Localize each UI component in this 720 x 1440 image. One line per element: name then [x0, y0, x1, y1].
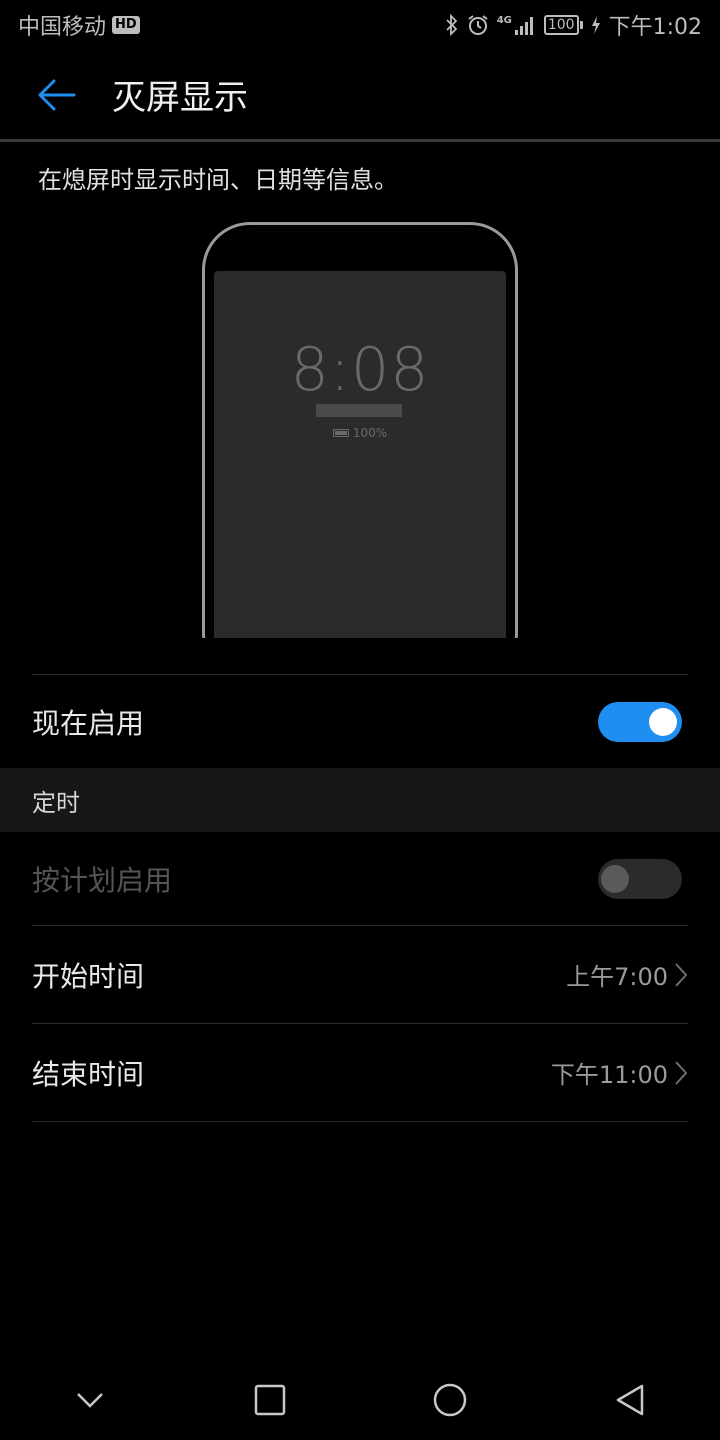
phone-screen: 8:08 100%	[214, 271, 506, 638]
circle-icon	[433, 1383, 467, 1417]
hd-badge: HD	[112, 16, 140, 34]
status-left: 中国移动 HD	[18, 9, 140, 41]
carrier-name: 中国移动	[18, 15, 107, 40]
network-type: 4G	[496, 15, 512, 26]
start-time-value: 上午7:00	[566, 963, 668, 991]
square-icon	[254, 1384, 286, 1416]
divider	[32, 1121, 688, 1122]
preview-date-bar	[316, 404, 402, 417]
start-time-value-wrap: 上午7:00	[566, 957, 688, 992]
scheduled-row[interactable]: 按计划启用	[0, 832, 720, 925]
preview-battery-text: 100%	[352, 426, 388, 440]
chevron-right-icon	[675, 1060, 688, 1085]
preview-battery: 100%	[214, 426, 506, 440]
charging-icon	[591, 16, 601, 34]
chevron-down-icon	[77, 1393, 103, 1408]
mini-battery-icon	[332, 429, 349, 437]
alarm-icon	[467, 14, 489, 36]
page-title: 灭屏显示	[112, 78, 248, 118]
arrow-left-icon	[38, 79, 76, 110]
nav-recents-button[interactable]	[240, 1370, 300, 1430]
end-time-label: 结束时间	[32, 1057, 145, 1091]
status-bar: 中国移动 HD 4G 100 下午1:02	[0, 0, 720, 50]
status-time: 下午1:02	[608, 15, 702, 40]
schedule-section-header: 定时	[0, 768, 720, 832]
enable-now-toggle[interactable]	[598, 701, 682, 742]
nav-home-button[interactable]	[420, 1370, 480, 1430]
end-time-value: 下午11:00	[550, 1061, 668, 1089]
toggle-knob	[649, 707, 677, 736]
enable-now-row[interactable]: 现在启用	[0, 675, 720, 768]
toggle-knob	[601, 864, 629, 893]
start-time-label: 开始时间	[32, 959, 145, 993]
start-time-row[interactable]: 开始时间 上午7:00	[0, 926, 720, 1023]
nav-back-button[interactable]	[600, 1370, 660, 1430]
system-nav-bar	[0, 1360, 720, 1440]
enable-now-label: 现在启用	[32, 706, 145, 740]
scheduled-toggle[interactable]	[598, 858, 682, 899]
signal-icon: 4G	[497, 15, 536, 35]
back-button[interactable]	[26, 65, 86, 125]
battery-level: 100	[543, 15, 579, 35]
end-time-row[interactable]: 结束时间 下午11:00	[0, 1024, 720, 1121]
preview-clock: 8:08	[290, 335, 430, 405]
aod-preview-illustration: 8:08 100%	[202, 222, 518, 638]
feature-description: 在熄屏时显示时间、日期等信息。	[38, 166, 398, 194]
end-time-value-wrap: 下午11:00	[551, 1055, 688, 1090]
chevron-right-icon	[675, 962, 688, 987]
triangle-back-icon	[616, 1384, 644, 1416]
bluetooth-icon	[445, 14, 459, 36]
section-title: 定时	[32, 788, 80, 817]
nav-collapse-button[interactable]	[60, 1370, 120, 1430]
app-header: 灭屏显示	[0, 50, 720, 142]
scheduled-label: 按计划启用	[32, 863, 173, 897]
status-right: 4G 100 下午1:02	[445, 9, 702, 41]
battery-icon: 100	[543, 15, 583, 35]
